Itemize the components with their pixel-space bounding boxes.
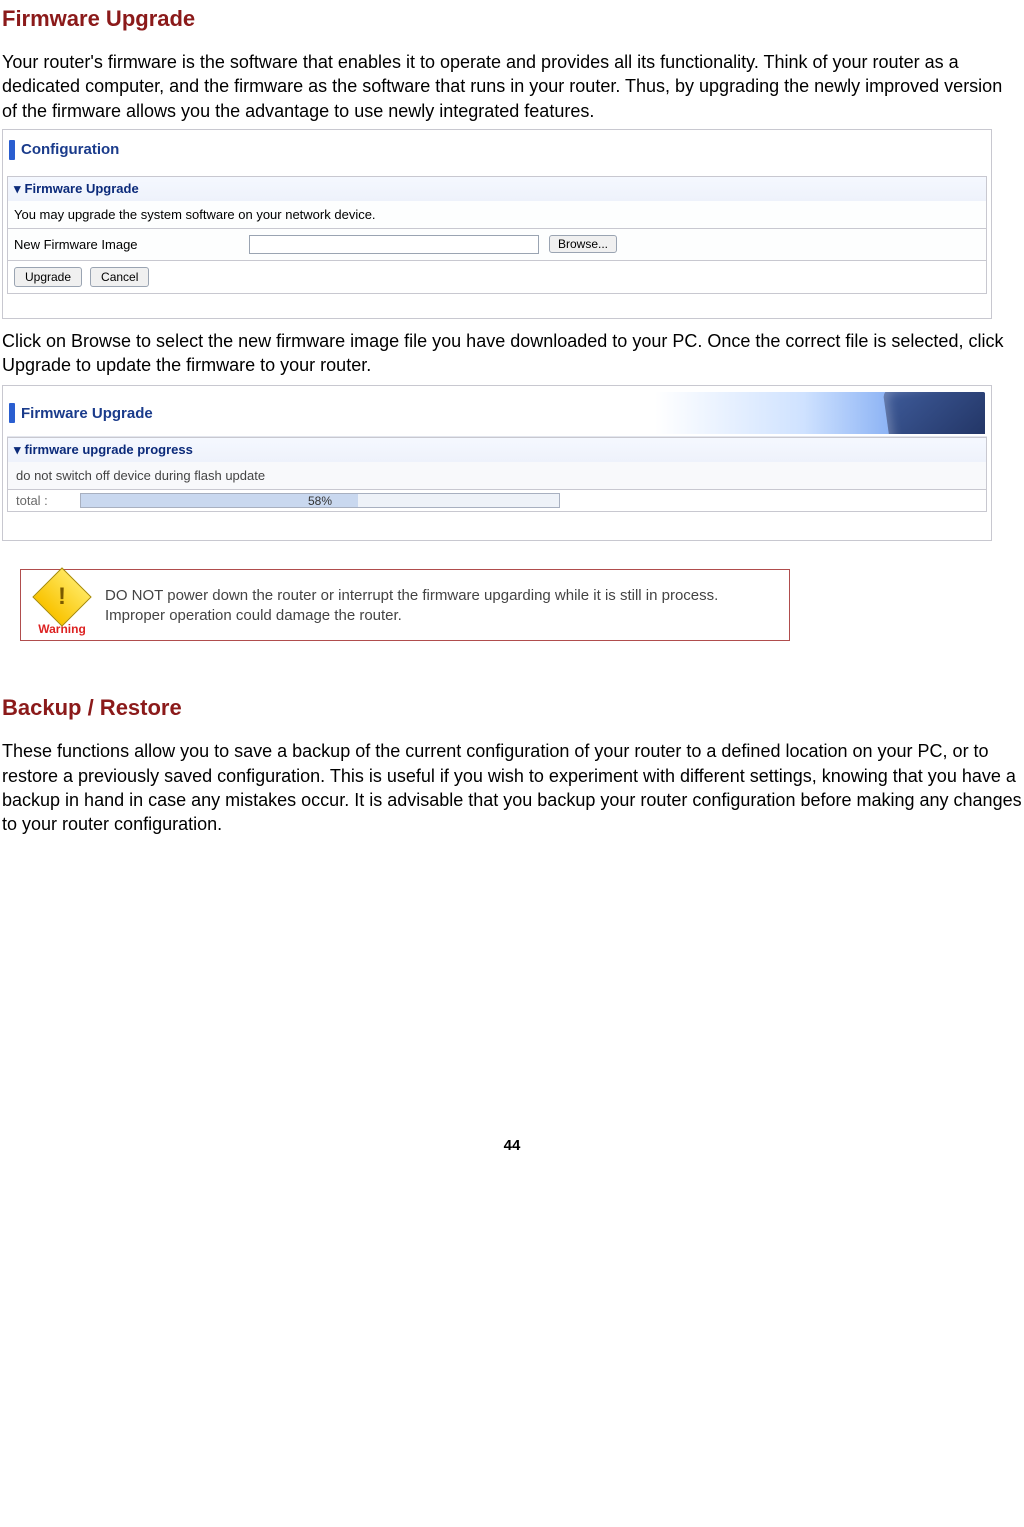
progress-subheader: ▾ firmware upgrade progress: [7, 437, 987, 462]
intro-paragraph-2: These functions allow you to save a back…: [2, 739, 1022, 836]
caret-down-icon: ▾: [14, 181, 21, 197]
device-art-icon: [883, 392, 985, 434]
banner-art: [655, 392, 985, 434]
cancel-button[interactable]: Cancel: [90, 267, 149, 287]
panel-actions: Upgrade Cancel: [7, 261, 987, 294]
configuration-panel: Configuration ▾ Firmware Upgrade You may …: [2, 129, 992, 319]
page-number: 44: [2, 1137, 1022, 1154]
caret-down-icon: ▾: [14, 442, 21, 458]
progress-panel: Firmware Upgrade ▾ firmware upgrade progr…: [2, 385, 992, 541]
panel-description-row: You may upgrade the system software on y…: [7, 201, 987, 229]
panel-marker-icon: [9, 403, 15, 423]
warning-icon-cell: Warning: [27, 576, 97, 636]
mid-paragraph: Click on Browse to select the new firmwa…: [2, 329, 1022, 378]
firmware-image-label: New Firmware Image: [14, 237, 239, 252]
heading-firmware-upgrade: Firmware Upgrade: [2, 6, 1022, 32]
heading-backup-restore: Backup / Restore: [2, 695, 1022, 721]
progress-percent: 58%: [81, 494, 559, 507]
progress-row: total : 58%: [7, 490, 987, 512]
warning-text: DO NOT power down the router or interrup…: [97, 586, 779, 627]
panel-subheader: ▾ Firmware Upgrade: [7, 176, 987, 201]
progress-banner: Firmware Upgrade: [7, 390, 987, 437]
flash-warning-row: do not switch off device during flash up…: [7, 462, 987, 490]
intro-paragraph-1: Your router's firmware is the software t…: [2, 50, 1022, 123]
firmware-image-row: New Firmware Image Browse...: [7, 229, 987, 261]
browse-button[interactable]: Browse...: [549, 235, 617, 253]
progress-subheader-text: firmware upgrade progress: [25, 442, 193, 457]
panel-marker-icon: [9, 140, 15, 160]
upgrade-button[interactable]: Upgrade: [14, 267, 82, 287]
firmware-image-input[interactable]: [249, 235, 539, 254]
warning-diamond-icon: [32, 568, 91, 627]
progress-total-label: total :: [16, 493, 80, 508]
panel-title-text: Configuration: [21, 141, 119, 158]
warning-box: Warning DO NOT power down the router or …: [20, 569, 790, 641]
panel-subheader-text: Firmware Upgrade: [25, 181, 139, 196]
progress-title-text: Firmware Upgrade: [21, 405, 153, 422]
progress-bar: 58%: [80, 493, 560, 508]
panel-title-bar: Configuration: [7, 134, 987, 166]
